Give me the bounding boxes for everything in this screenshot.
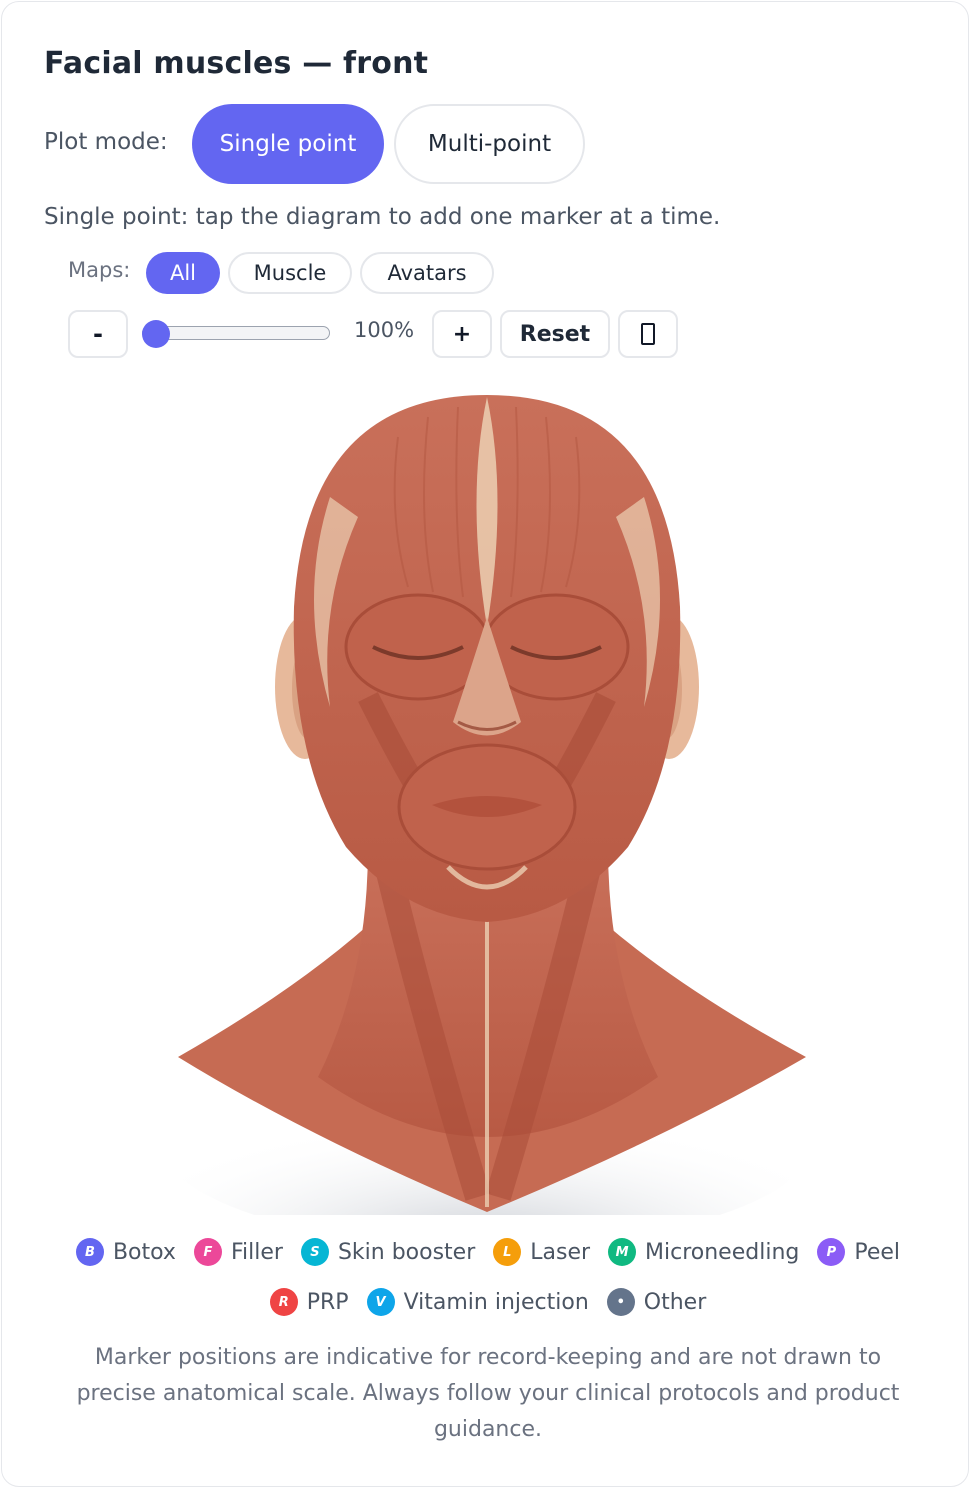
- single-point-button[interactable]: Single point: [192, 104, 384, 184]
- zoom-value: 100%: [354, 318, 415, 342]
- legend-item-peel: P Peel: [817, 1238, 900, 1266]
- skin-booster-badge-icon: S: [300, 1238, 329, 1266]
- zoom-slider[interactable]: [142, 326, 330, 340]
- vitamin-injection-badge-icon: V: [366, 1288, 395, 1316]
- reset-button[interactable]: Reset: [500, 310, 610, 358]
- peel-badge-icon: P: [817, 1238, 846, 1266]
- other-badge-icon: •: [606, 1288, 635, 1316]
- legend-label: Botox: [112, 1239, 176, 1265]
- fullscreen-button[interactable]: [618, 310, 678, 358]
- legend-label: Vitamin injection: [403, 1289, 589, 1315]
- legend-row-2: R PRP V Vitamin injection • Other: [2, 1288, 972, 1316]
- disclaimer-text: Marker positions are indicative for reco…: [76, 1345, 900, 1442]
- microneedling-badge-icon: M: [608, 1238, 637, 1266]
- legend-item-filler: F Filler: [193, 1238, 283, 1266]
- map-all-button[interactable]: All: [146, 252, 220, 294]
- legend-item-other: • Other: [606, 1288, 707, 1316]
- legend-label: Microneedling: [645, 1239, 800, 1265]
- legend-label: Other: [643, 1289, 707, 1315]
- legend-label: Filler: [230, 1239, 283, 1265]
- zoom-out-button[interactable]: -: [68, 310, 128, 358]
- legend-item-vitamin-injection: V Vitamin injection: [366, 1288, 589, 1316]
- map-avatars-button[interactable]: Avatars: [360, 252, 494, 294]
- diagram-card: Facial muscles — front Plot mode: Single…: [1, 1, 969, 1487]
- botox-badge-icon: B: [75, 1238, 104, 1266]
- map-muscle-button[interactable]: Muscle: [228, 252, 352, 294]
- prp-badge-icon: R: [269, 1288, 298, 1316]
- legend-item-skin-booster: S Skin booster: [300, 1238, 476, 1266]
- mode-hint: Single point: tap the diagram to add one…: [44, 204, 721, 230]
- page-title: Facial muscles — front: [44, 46, 429, 81]
- facial-muscle-diagram[interactable]: [68, 377, 906, 1215]
- laser-badge-icon: L: [493, 1238, 522, 1266]
- legend-item-laser: L Laser: [493, 1238, 590, 1266]
- zoom-in-button[interactable]: +: [432, 310, 492, 358]
- facial-muscle-illustration: [157, 395, 817, 1215]
- legend-label: Laser: [530, 1239, 591, 1265]
- filler-badge-icon: F: [193, 1238, 222, 1266]
- legend-label: PRP: [306, 1289, 349, 1315]
- plot-mode-label: Plot mode:: [44, 129, 168, 155]
- maps-label: Maps:: [68, 258, 131, 282]
- legend-item-botox: B Botox: [75, 1238, 176, 1266]
- legend-label: Peel: [854, 1239, 901, 1265]
- legend-item-microneedling: M Microneedling: [608, 1238, 799, 1266]
- zoom-slider-thumb[interactable]: [142, 320, 170, 348]
- legend-item-prp: R PRP: [269, 1288, 349, 1316]
- legend-label: Skin booster: [337, 1239, 476, 1265]
- fullscreen-icon: [641, 323, 655, 345]
- multi-point-button[interactable]: Multi-point: [394, 104, 585, 184]
- legend-row-1: B Botox F Filler S Skin booster L Laser …: [2, 1238, 972, 1266]
